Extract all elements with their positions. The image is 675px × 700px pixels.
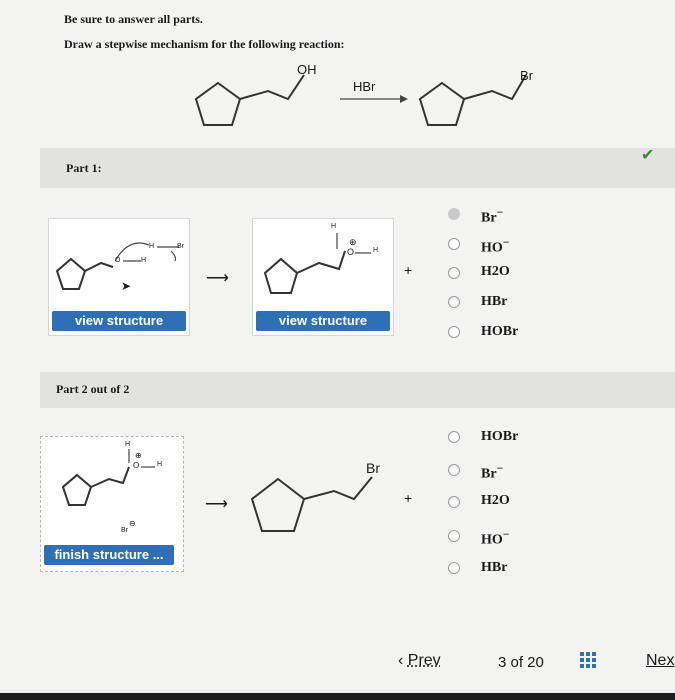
part1-option-hobr[interactable]: HOBr — [481, 324, 518, 340]
part1-title: Part 1: — [66, 161, 102, 175]
part1-br-label: Br — [177, 243, 184, 250]
part2-option-ho[interactable]: HO− — [481, 528, 509, 549]
part1-plus: + — [404, 262, 413, 278]
view-structure-button-2[interactable]: view structure — [256, 311, 390, 331]
grid-icon-svg — [580, 652, 596, 668]
prev-button[interactable]: ‹ Prev — [398, 652, 441, 670]
part2-neg-charge: ⊖ — [129, 519, 136, 528]
part1-radio-hbr[interactable] — [448, 296, 460, 308]
part1-structure-panel-2[interactable]: H O ⊕ H view structure — [252, 218, 394, 336]
check-icon: ✔ — [641, 147, 655, 164]
cursor-icon: ➤ — [121, 279, 132, 293]
next-button[interactable]: Nex — [646, 652, 674, 670]
part2-product — [250, 465, 400, 545]
part1-struct2-h-label: H — [331, 223, 337, 230]
part2-o-label: O — [133, 461, 140, 470]
view-structure-button-1[interactable]: view structure — [52, 311, 186, 331]
chevron-left-icon: ‹ — [398, 652, 404, 669]
part1-option-br[interactable]: Br− — [481, 206, 503, 227]
part1-h2-label: H — [149, 243, 155, 250]
part1-header — [40, 148, 675, 188]
reactant-chain — [239, 74, 305, 101]
part2-radio-br[interactable] — [448, 464, 460, 476]
reaction-svg — [194, 74, 527, 126]
part1-radio-h2o[interactable] — [448, 267, 460, 279]
page-indicator: 3 of 20 — [498, 654, 544, 671]
part1-o-label: O — [115, 257, 121, 264]
product-chain — [463, 74, 527, 101]
part2-charge: ⊕ — [135, 451, 142, 460]
instruction-line-1: Be sure to answer all parts. — [64, 12, 203, 26]
part2-structure-panel[interactable]: H O ⊕ H Br ⊖ finish structure ... — [40, 436, 184, 572]
instruction-line-2: Draw a stepwise mechanism for the follow… — [64, 37, 345, 51]
part2-h2-label: H — [157, 461, 163, 468]
part2-option-br[interactable]: Br− — [481, 462, 503, 483]
part2-header — [40, 372, 675, 408]
reactant-oh-label: OH — [297, 62, 317, 77]
part1-struct2-o-label: O — [347, 247, 355, 257]
bottom-bar — [0, 693, 675, 700]
part1-arrow-icon: ⟶ — [206, 270, 229, 287]
reagent-label: HBr — [353, 79, 376, 94]
part1-struct2-h2-label: H — [373, 247, 379, 254]
part2-option-hbr[interactable]: HBr — [481, 560, 507, 576]
part1-struct2-charge: ⊕ — [349, 237, 357, 247]
part1-radio-ho[interactable] — [448, 238, 460, 250]
part2-br-label: Br — [121, 527, 128, 534]
finish-structure-button[interactable]: finish structure ... — [44, 545, 174, 565]
part1-h-label: H — [141, 257, 147, 264]
part2-product-svg — [250, 476, 373, 532]
part1-option-ho[interactable]: HO− — [481, 236, 509, 257]
part2-arrow-icon: ⟶ — [205, 496, 228, 513]
part2-title: Part 2 out of 2 — [56, 382, 130, 396]
part2-h-label: H — [125, 441, 131, 448]
reaction-scheme — [180, 55, 560, 140]
part2-radio-hobr[interactable] — [448, 431, 460, 443]
grid-icon[interactable] — [580, 652, 600, 670]
part1-option-h2o[interactable]: H2O — [481, 264, 510, 280]
part2-product-br: Br — [366, 460, 380, 476]
part2-option-hobr[interactable]: HOBr — [481, 429, 518, 445]
part2-plus: + — [404, 490, 413, 506]
part1-structure-panel-1[interactable]: O H H Br ➤ view structure — [48, 218, 190, 336]
part1-radio-hobr[interactable] — [448, 326, 460, 338]
part1-radio-br[interactable] — [448, 208, 460, 220]
product-ring — [418, 81, 466, 126]
reactant-ring — [194, 81, 242, 126]
part2-radio-hbr[interactable] — [448, 562, 460, 574]
part2-option-h2o[interactable]: H2O — [481, 493, 510, 509]
product-br-label: Br — [520, 68, 533, 83]
part1-option-hbr[interactable]: HBr — [481, 294, 507, 310]
part2-radio-ho[interactable] — [448, 530, 460, 542]
part2-radio-h2o[interactable] — [448, 496, 460, 508]
